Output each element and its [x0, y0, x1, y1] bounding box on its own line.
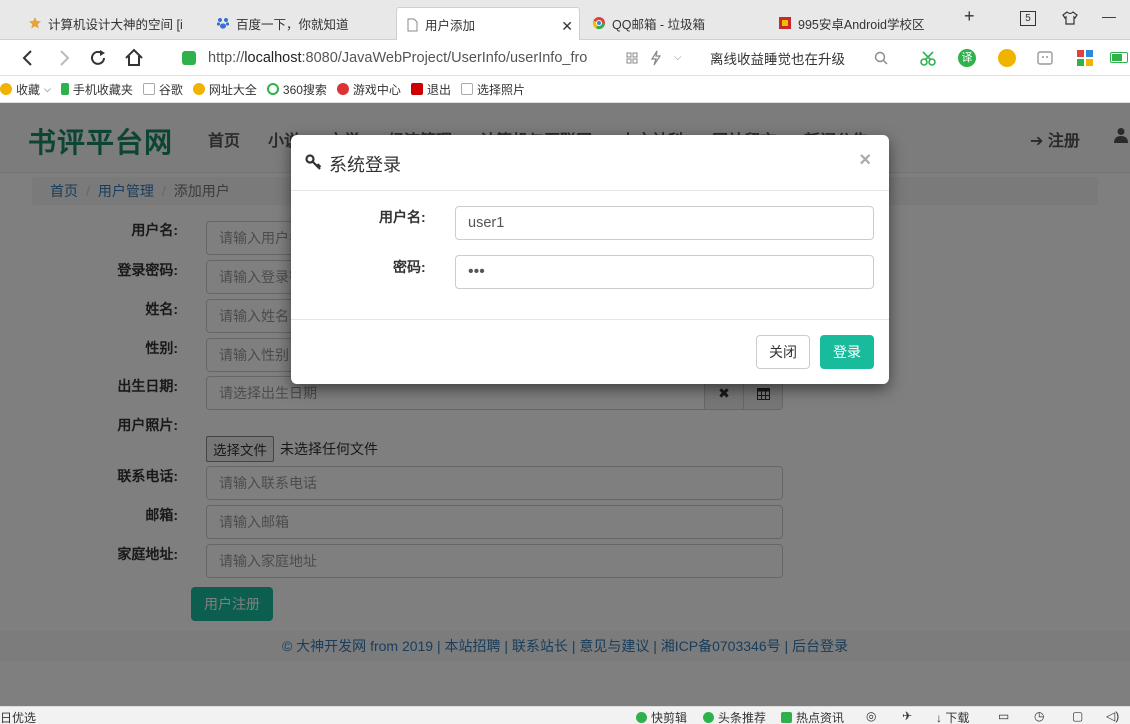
modal-password-label: 密码: — [393, 259, 426, 275]
address-bar[interactable]: http://localhost:8080/JavaWebProject/Use… — [172, 46, 692, 70]
bookmark-favorites[interactable]: 收藏 ⌵ — [0, 81, 51, 98]
page-icon — [142, 83, 155, 95]
phone-icon — [60, 83, 69, 95]
browser-status-bar: 日优选 快剪辑 头条推荐 热点资讯 ◎ ✈ ↓ 下载 ▭ ◷ ▢ ◁) — [0, 706, 1130, 724]
circle-icon — [266, 83, 279, 95]
tab-user-add[interactable]: 用户添加 ✕ — [396, 7, 580, 41]
play-icon — [703, 712, 714, 723]
news-icon — [781, 712, 792, 723]
modal-title: 系统登录 — [329, 155, 401, 175]
tab-baidu[interactable]: 百度一下，你就知道 — [208, 6, 388, 40]
tab-995[interactable]: 995安卓Android学校区 — [770, 6, 950, 40]
volume-icon[interactable]: ◁) — [1106, 709, 1119, 723]
new-tab-button[interactable]: + — [964, 6, 975, 27]
bookmark-photo[interactable]: 选择照片 — [460, 81, 525, 98]
status-item-hotnews[interactable]: 热点资讯 — [781, 709, 844, 724]
bookmark-google[interactable]: 谷歌 — [142, 81, 183, 98]
status-item-quickcut[interactable]: 快剪辑 — [636, 709, 687, 724]
history-icon[interactable]: ◷ — [1034, 709, 1044, 723]
login-button[interactable]: 登录 — [820, 335, 874, 369]
close-tab-icon[interactable]: ✕ — [561, 18, 573, 35]
monitor-icon[interactable]: ▭ — [998, 709, 1009, 723]
baidu-paw-icon — [216, 16, 230, 30]
pin-icon[interactable]: ✈ — [902, 709, 912, 723]
game-icon — [336, 83, 349, 95]
login-username-input[interactable]: user1 — [455, 206, 874, 240]
window-icon[interactable]: ▢ — [1072, 709, 1083, 723]
forward-arrow-icon[interactable] — [52, 46, 76, 70]
login-password-input[interactable]: ••• — [455, 255, 874, 289]
bookmark-exit[interactable]: 退出 — [410, 81, 451, 98]
status-item-headlines[interactable]: 头条推荐 — [703, 709, 766, 724]
bookmark-360[interactable]: 360搜索 — [266, 81, 327, 98]
star-icon — [28, 16, 42, 30]
bookmarks-bar: 收藏 ⌵ 手机收藏夹 谷歌 网址大全 360搜索 游戏中心 退出 选择照片 — [0, 76, 1130, 103]
chevron-down-icon[interactable]: ⌵ — [674, 52, 682, 63]
minimize-button[interactable]: — — [1102, 8, 1116, 24]
grid-icon[interactable] — [626, 52, 638, 67]
globe-icon — [192, 83, 205, 95]
search-box[interactable]: 离线收益睡觉也在升级 — [700, 46, 895, 70]
exit-icon — [410, 83, 423, 95]
status-left-text: 日优选 — [0, 711, 37, 724]
coin-icon[interactable] — [998, 49, 1016, 67]
lightning-icon[interactable] — [650, 50, 662, 69]
apps-icon[interactable] — [1076, 49, 1094, 70]
bookmark-directory[interactable]: 网址大全 — [192, 81, 257, 98]
face-icon[interactable] — [1036, 49, 1054, 70]
tab-count-badge[interactable]: 5 — [1020, 11, 1036, 26]
browser-tab-bar: 计算机设计大神的空间 [i 百度一下，你就知道 用户添加 ✕ QQ邮箱 - 垃圾… — [0, 0, 1130, 41]
bookmark-mobile[interactable]: 手机收藏夹 — [60, 81, 133, 98]
close-icon[interactable]: × — [859, 149, 871, 172]
download-icon: ↓ — [936, 710, 942, 724]
play-icon — [636, 712, 647, 723]
site-red-icon — [778, 16, 792, 30]
scissors-icon[interactable] — [920, 50, 938, 69]
download-button[interactable]: ↓ 下载 — [936, 709, 969, 724]
home-icon[interactable] — [122, 46, 146, 70]
close-button[interactable]: 关闭 — [756, 335, 810, 369]
tab-blog[interactable]: 计算机设计大神的空间 [i — [20, 6, 200, 40]
tab-qqmail[interactable]: QQ邮箱 - 垃圾箱 — [584, 6, 764, 40]
page-icon — [405, 18, 419, 32]
page-icon — [460, 83, 473, 95]
key-icon — [305, 153, 323, 171]
back-arrow-icon[interactable] — [16, 46, 40, 70]
refresh-icon[interactable] — [86, 46, 110, 70]
login-modal: 系统登录 × 用户名: user1 密码: ••• 关闭 登录 — [291, 135, 889, 384]
star-icon — [0, 83, 12, 95]
search-icon[interactable] — [874, 51, 888, 68]
chrome-icon — [592, 16, 606, 30]
translate-icon[interactable]: 译 — [958, 49, 976, 67]
modal-username-label: 用户名: — [379, 209, 426, 225]
modal-header: 系统登录 × — [291, 135, 889, 191]
bookmark-games[interactable]: 游戏中心 — [336, 81, 401, 98]
battery-icon — [1110, 52, 1128, 63]
modal-footer: 关闭 登录 — [291, 319, 889, 384]
shield-icon — [182, 51, 196, 65]
shirt-icon[interactable] — [1062, 10, 1078, 29]
chevron-down-icon: ⌵ — [44, 83, 51, 94]
browser-nav-bar: http://localhost:8080/JavaWebProject/Use… — [0, 40, 1130, 76]
globe-icon[interactable]: ◎ — [866, 709, 876, 723]
